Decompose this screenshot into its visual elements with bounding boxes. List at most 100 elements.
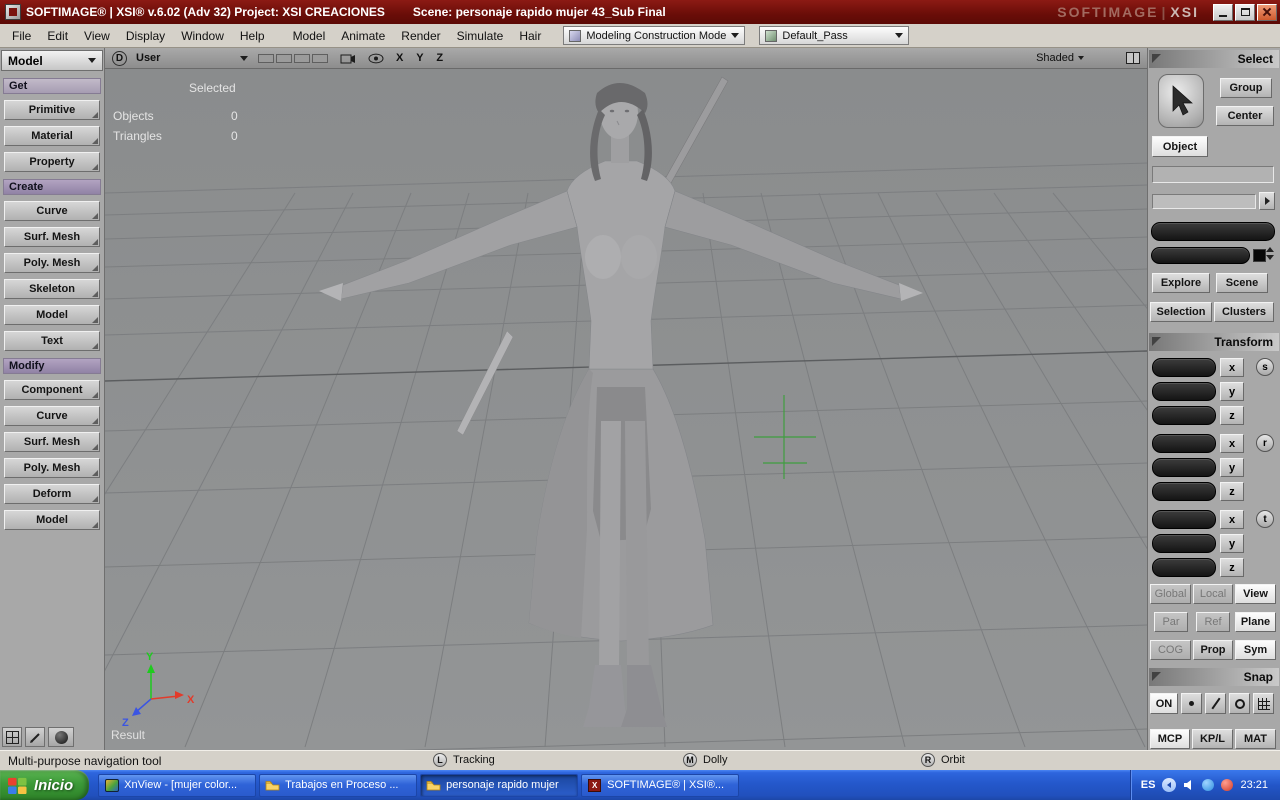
section-header-get[interactable]: Get (3, 78, 101, 94)
button-get-property[interactable]: Property (4, 152, 100, 172)
group-button[interactable]: Group (1220, 78, 1272, 98)
pass-dropdown[interactable]: Default_Pass (759, 26, 910, 45)
menu-file[interactable]: File (4, 26, 39, 46)
par-mode-button[interactable]: Par (1154, 612, 1188, 632)
translate-mode-button[interactable]: t (1256, 510, 1274, 528)
viewport-canvas[interactable]: Y X Z Selected Objects 0 Triangles 0 Res… (105, 69, 1147, 750)
snap-on-button[interactable]: ON (1150, 693, 1178, 714)
cog-button[interactable]: COG (1150, 640, 1191, 660)
scale-x-toggle[interactable]: x (1220, 358, 1244, 377)
maximize-button[interactable] (1235, 3, 1255, 21)
viewport-layout-icon[interactable] (1126, 52, 1140, 64)
scale-z-toggle[interactable]: z (1220, 406, 1244, 425)
language-indicator[interactable]: ES (1141, 779, 1156, 791)
expand-arrow-button[interactable] (1259, 192, 1275, 210)
menu-view[interactable]: View (76, 26, 118, 46)
menu-help[interactable]: Help (232, 26, 273, 46)
selection-button[interactable]: Selection (1150, 302, 1212, 322)
translate-y-field[interactable] (1152, 534, 1216, 553)
snap-section-header[interactable]: Snap (1149, 668, 1279, 686)
button-modify-poly-mesh[interactable]: Poly. Mesh (4, 458, 100, 478)
transform-section-header[interactable]: Transform (1149, 333, 1279, 351)
taskbar-item-trabajos[interactable]: Trabajos en Proceso ... (259, 773, 418, 797)
snap-point-button[interactable] (1181, 693, 1202, 714)
menu-render[interactable]: Render (393, 26, 448, 46)
tab-mat[interactable]: MAT (1235, 729, 1276, 749)
view-mode-button[interactable]: View (1235, 584, 1276, 604)
display-mode-dropdown[interactable]: Shaded (1036, 52, 1084, 64)
button-modify-component[interactable]: Component (4, 380, 100, 400)
scale-y-field[interactable] (1152, 382, 1216, 401)
menu-animate[interactable]: Animate (333, 26, 393, 46)
memo-cam-slot[interactable] (294, 53, 310, 63)
button-get-material[interactable]: Material (4, 126, 100, 146)
button-modify-curve[interactable]: Curve (4, 406, 100, 426)
pen-tool-button[interactable] (25, 727, 45, 747)
spinner-arrows[interactable] (1266, 247, 1274, 260)
scene-button[interactable]: Scene (1216, 273, 1268, 293)
clock[interactable]: 23:21 (1240, 779, 1268, 791)
snap-curve-button[interactable] (1205, 693, 1226, 714)
translate-z-toggle[interactable]: z (1220, 558, 1244, 577)
translate-x-field[interactable] (1152, 510, 1216, 529)
section-header-modify[interactable]: Modify (3, 358, 101, 374)
memo-cam-slot[interactable] (258, 53, 274, 63)
select-tool-button[interactable] (1158, 74, 1204, 128)
button-create-curve[interactable]: Curve (4, 201, 100, 221)
prop-button[interactable]: Prop (1193, 640, 1233, 660)
button-create-poly-mesh[interactable]: Poly. Mesh (4, 253, 100, 273)
scale-mode-button[interactable]: s (1256, 358, 1274, 376)
select-section-header[interactable]: Select (1149, 50, 1279, 68)
selection-text-field[interactable] (1152, 166, 1274, 183)
button-modify-deform[interactable]: Deform (4, 484, 100, 504)
object-button[interactable]: Object (1152, 136, 1208, 157)
rotate-z-toggle[interactable]: z (1220, 482, 1244, 501)
layout-panes-button[interactable] (2, 727, 22, 747)
hide-icons-chevron[interactable] (1162, 778, 1177, 792)
menu-simulate[interactable]: Simulate (449, 26, 512, 46)
rotate-y-field[interactable] (1152, 458, 1216, 477)
update-tray-icon[interactable] (1202, 779, 1215, 791)
camera-dropdown[interactable]: User (136, 52, 248, 64)
shaded-sphere-button[interactable] (48, 727, 74, 747)
selection-sub-field[interactable] (1151, 247, 1250, 264)
rotate-y-toggle[interactable]: y (1220, 458, 1244, 477)
menu-edit[interactable]: Edit (39, 26, 76, 46)
translate-y-toggle[interactable]: y (1220, 534, 1244, 553)
translate-z-field[interactable] (1152, 558, 1216, 577)
visibility-options-button[interactable] (368, 53, 384, 64)
taskbar-item-xnview[interactable]: XnView - [mujer color... (98, 773, 257, 797)
local-mode-button[interactable]: Local (1193, 584, 1233, 604)
spinner-box[interactable] (1253, 249, 1266, 262)
construction-mode-dropdown[interactable]: Modeling Construction Mode (563, 26, 746, 45)
ref-mode-button[interactable]: Ref (1196, 612, 1230, 632)
tab-mcp[interactable]: MCP (1150, 729, 1190, 749)
menu-display[interactable]: Display (118, 26, 173, 46)
button-create-model[interactable]: Model (4, 305, 100, 325)
menu-window[interactable]: Window (173, 26, 232, 46)
rotate-mode-button[interactable]: r (1256, 434, 1274, 452)
button-create-skeleton[interactable]: Skeleton (4, 279, 100, 299)
tab-kpl[interactable]: KP/L (1192, 729, 1233, 749)
section-header-create[interactable]: Create (3, 179, 101, 195)
menu-model[interactable]: Model (285, 26, 334, 46)
start-button[interactable]: Inicio (0, 770, 90, 800)
taskbar-item-xsi[interactable]: X SOFTIMAGE® | XSI®... (581, 773, 740, 797)
minimize-button[interactable] (1213, 3, 1233, 21)
clusters-button[interactable]: Clusters (1214, 302, 1274, 322)
snap-midpoint-button[interactable] (1229, 693, 1250, 714)
explore-button[interactable]: Explore (1152, 273, 1210, 293)
sym-button[interactable]: Sym (1235, 640, 1276, 660)
selection-display-field[interactable] (1151, 222, 1275, 241)
axis-filter-toggles[interactable]: X Y Z (396, 52, 448, 64)
messenger-tray-icon[interactable] (1221, 779, 1234, 791)
button-create-text[interactable]: Text (4, 331, 100, 351)
button-get-primitive[interactable]: Primitive (4, 100, 100, 120)
scale-y-toggle[interactable]: y (1220, 382, 1244, 401)
camera-icon-button[interactable] (340, 53, 356, 64)
memo-cam-slot[interactable] (276, 53, 292, 63)
viewport-letter-button[interactable]: D (112, 50, 127, 66)
scale-z-field[interactable] (1152, 406, 1216, 425)
selection-filter-field[interactable] (1152, 194, 1256, 209)
module-selector-dropdown[interactable]: Model (1, 50, 103, 71)
